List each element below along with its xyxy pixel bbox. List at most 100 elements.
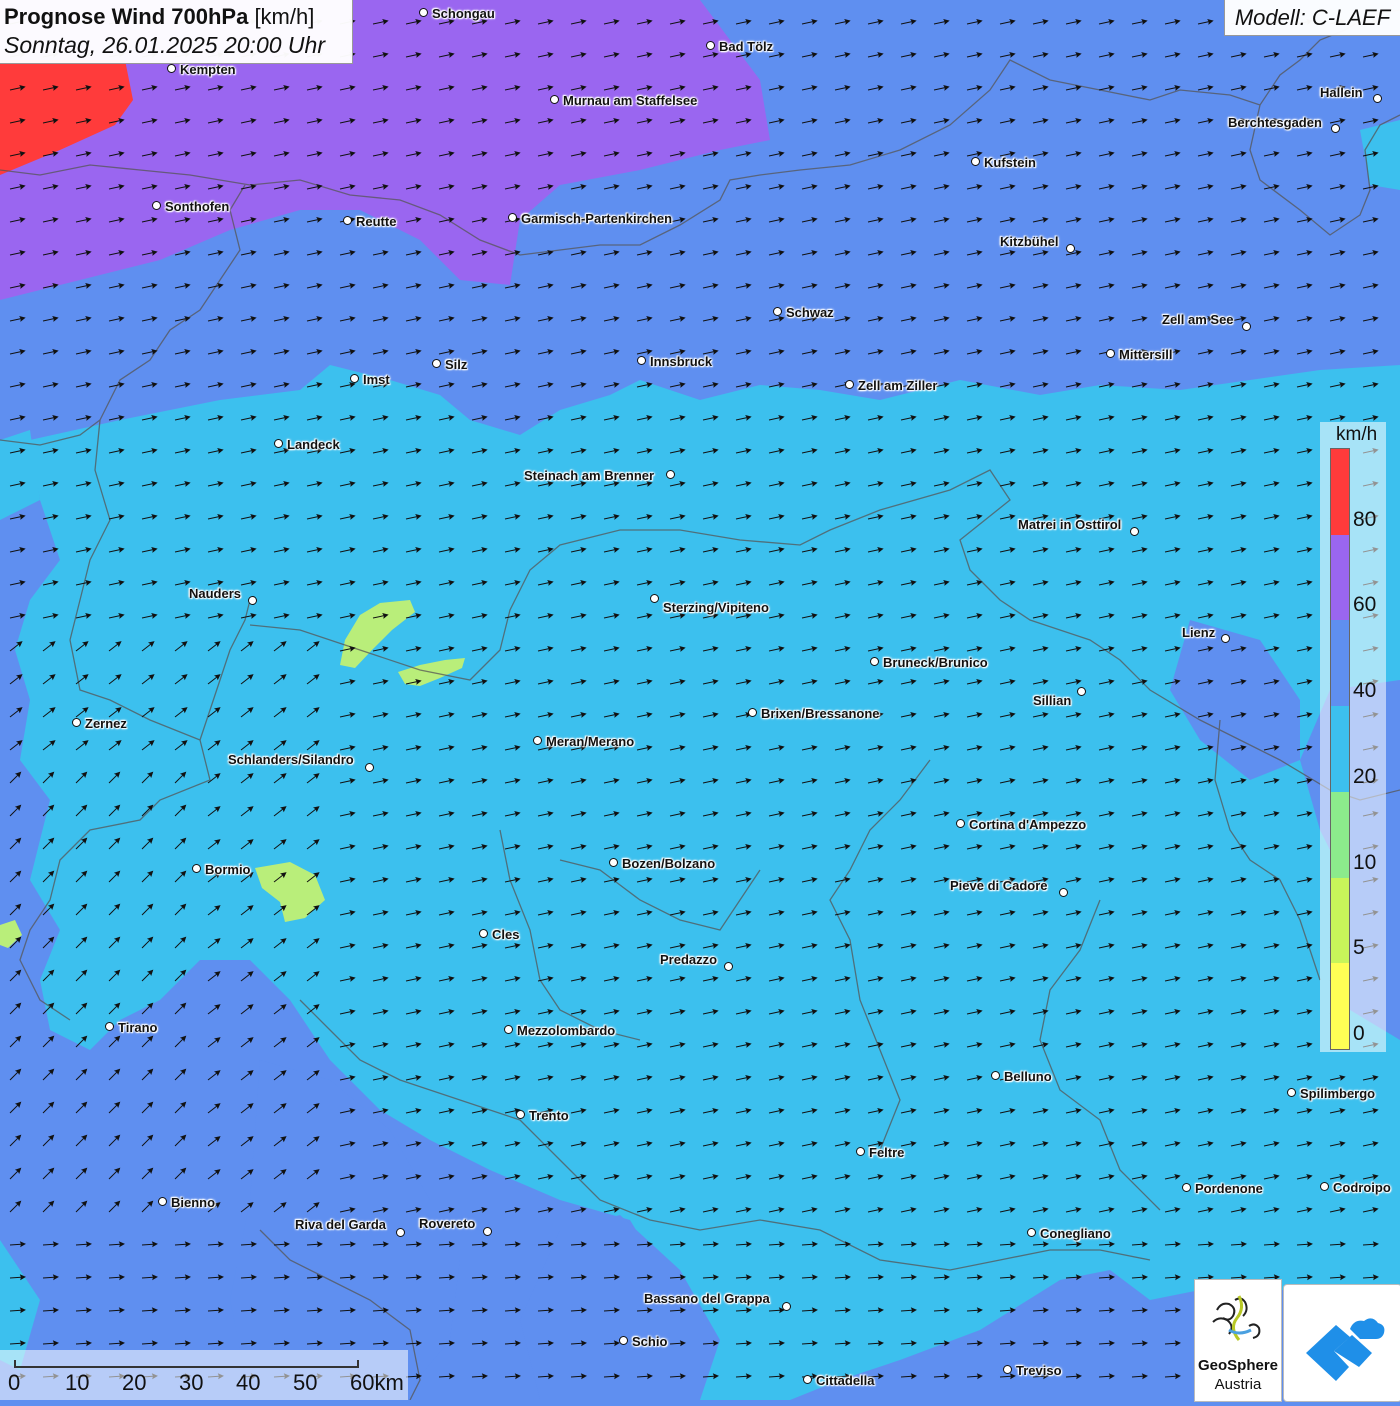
city-label: Schio <box>632 1334 668 1349</box>
city-dot-icon <box>158 1197 167 1206</box>
geosphere-logo[interactable]: GeoSphere Austria <box>1194 1279 1282 1402</box>
city-label: Conegliano <box>1040 1226 1111 1241</box>
city-label: Rovereto <box>419 1216 476 1231</box>
city-dot-icon <box>991 1071 1000 1080</box>
city-label: Silz <box>445 357 468 372</box>
city-dot-icon <box>516 1110 525 1119</box>
city-dot-icon <box>1331 124 1340 133</box>
city-label: Bad Tölz <box>719 39 774 54</box>
city-dot-icon <box>350 374 359 383</box>
city-label: Bozen/Bolzano <box>622 856 716 871</box>
city-label: Hallein <box>1320 85 1363 100</box>
city-label: Bormio <box>205 862 251 877</box>
geosphere-logo-line1: GeoSphere <box>1197 1357 1279 1374</box>
city-dot-icon <box>650 594 659 603</box>
city-dot-icon <box>1077 687 1086 696</box>
city-dot-icon <box>856 1147 865 1156</box>
city-dot-icon <box>782 1302 791 1311</box>
city-label: Schongau <box>432 6 495 21</box>
city-label: Bienno <box>171 1195 216 1210</box>
scale-label: 20 <box>122 1370 147 1395</box>
city-dot-icon <box>274 439 283 448</box>
app-logo[interactable] <box>1283 1284 1400 1402</box>
city-dot-icon <box>365 763 374 772</box>
legend-class-swatch <box>1331 620 1349 707</box>
legend-class-swatch <box>1331 963 1349 1049</box>
legend-class-swatch <box>1331 534 1349 621</box>
city-label: Sterzing/Vipiteno <box>663 600 769 615</box>
city-label: Riva del Garda <box>295 1217 387 1232</box>
city-label: Cortina d'Ampezzo <box>969 817 1087 832</box>
city-label: Trento <box>529 1108 569 1123</box>
city-label: Spilimbergo <box>1300 1086 1376 1101</box>
city-dot-icon <box>1287 1088 1296 1097</box>
city-dot-icon <box>343 216 352 225</box>
city-dot-icon <box>432 359 441 368</box>
city-dot-icon <box>72 718 81 727</box>
city-label: Mezzolombardo <box>517 1023 616 1038</box>
city-dot-icon <box>666 470 675 479</box>
city-label: Imst <box>363 372 390 387</box>
scale-bar: 0 10 20 30 40 50 60km <box>0 1350 408 1400</box>
legend-class-swatch <box>1331 791 1349 878</box>
wind-map[interactable]: Schongau Bad Tölz Kempten Murnau am Staffel… <box>0 0 1400 1400</box>
city-dot-icon <box>1182 1183 1191 1192</box>
legend-class-swatch <box>1331 706 1349 792</box>
city-dot-icon <box>479 929 488 938</box>
city-label: Zell am Ziller <box>858 378 938 393</box>
city-label: Treviso <box>1016 1363 1062 1378</box>
city-dot-icon <box>1059 888 1068 897</box>
city-dot-icon <box>396 1228 405 1237</box>
city-label: Cittadella <box>816 1373 875 1388</box>
city-dot-icon <box>1242 322 1251 331</box>
city-label: Innsbruck <box>650 354 713 369</box>
city-label: Codroipo <box>1333 1180 1391 1195</box>
city-label: Garmisch-Partenkirchen <box>521 211 673 226</box>
city-label: Predazzo <box>660 952 718 967</box>
city-label: Meran/Merano <box>546 734 635 749</box>
city-label: Brixen/Bressanone <box>761 706 880 721</box>
city-label: Feltre <box>869 1145 905 1160</box>
geosphere-logo-line2: Austria <box>1214 1376 1262 1393</box>
city-dot-icon <box>748 708 757 717</box>
city-label: Kempten <box>180 62 236 77</box>
city-dot-icon <box>845 380 854 389</box>
city-dot-icon <box>192 864 201 873</box>
city-dot-icon <box>248 596 257 605</box>
legend-unit: km/h <box>1336 424 1378 445</box>
city-dot-icon <box>724 962 733 971</box>
city-label: Bruneck/Brunico <box>883 655 988 670</box>
scale-label: 60km <box>350 1370 404 1395</box>
city-label: Belluno <box>1004 1069 1052 1084</box>
scale-label: 10 <box>65 1370 90 1395</box>
city-label: Mittersill <box>1119 347 1173 362</box>
city-label: Landeck <box>287 437 340 452</box>
city-label: Sillian <box>1033 693 1072 708</box>
legend-tick-label: 80 <box>1353 507 1377 531</box>
city-label: Lienz <box>1182 625 1216 640</box>
city-label: Murnau am Staffelsee <box>563 93 698 108</box>
map-title-box: Prognose Wind 700hPa [km/h] Sonntag, 26.… <box>0 0 353 64</box>
city-dot-icon <box>706 41 715 50</box>
city-label: Reutte <box>356 214 397 229</box>
city-dot-icon <box>419 8 428 17</box>
legend-class-swatch <box>1331 449 1349 535</box>
city-label: Sonthofen <box>165 199 230 214</box>
city-label: Kitzbühel <box>1000 234 1059 249</box>
city-label: Berchtesgaden <box>1228 115 1322 130</box>
city-dot-icon <box>1106 349 1115 358</box>
city-dot-icon <box>1373 94 1382 103</box>
color-legend: km/h 0 5 10 20 40 60 80 <box>1320 422 1386 1052</box>
cloud-chevron-icon <box>1306 1318 1385 1381</box>
city-dot-icon <box>637 356 646 365</box>
city-dot-icon <box>483 1227 492 1236</box>
city-dot-icon <box>1130 527 1139 536</box>
city-dot-icon <box>773 307 782 316</box>
legend-tick-label: 5 <box>1353 936 1365 960</box>
map-title: Prognose Wind 700hPa [km/h] <box>4 4 315 29</box>
city-dot-icon <box>971 157 980 166</box>
forecast-datetime: Sonntag, 26.01.2025 20:00 Uhr <box>4 32 325 58</box>
legend-class-swatch <box>1331 877 1349 964</box>
city-label: Bassano del Grappa <box>644 1291 770 1306</box>
city-dot-icon <box>609 858 618 867</box>
